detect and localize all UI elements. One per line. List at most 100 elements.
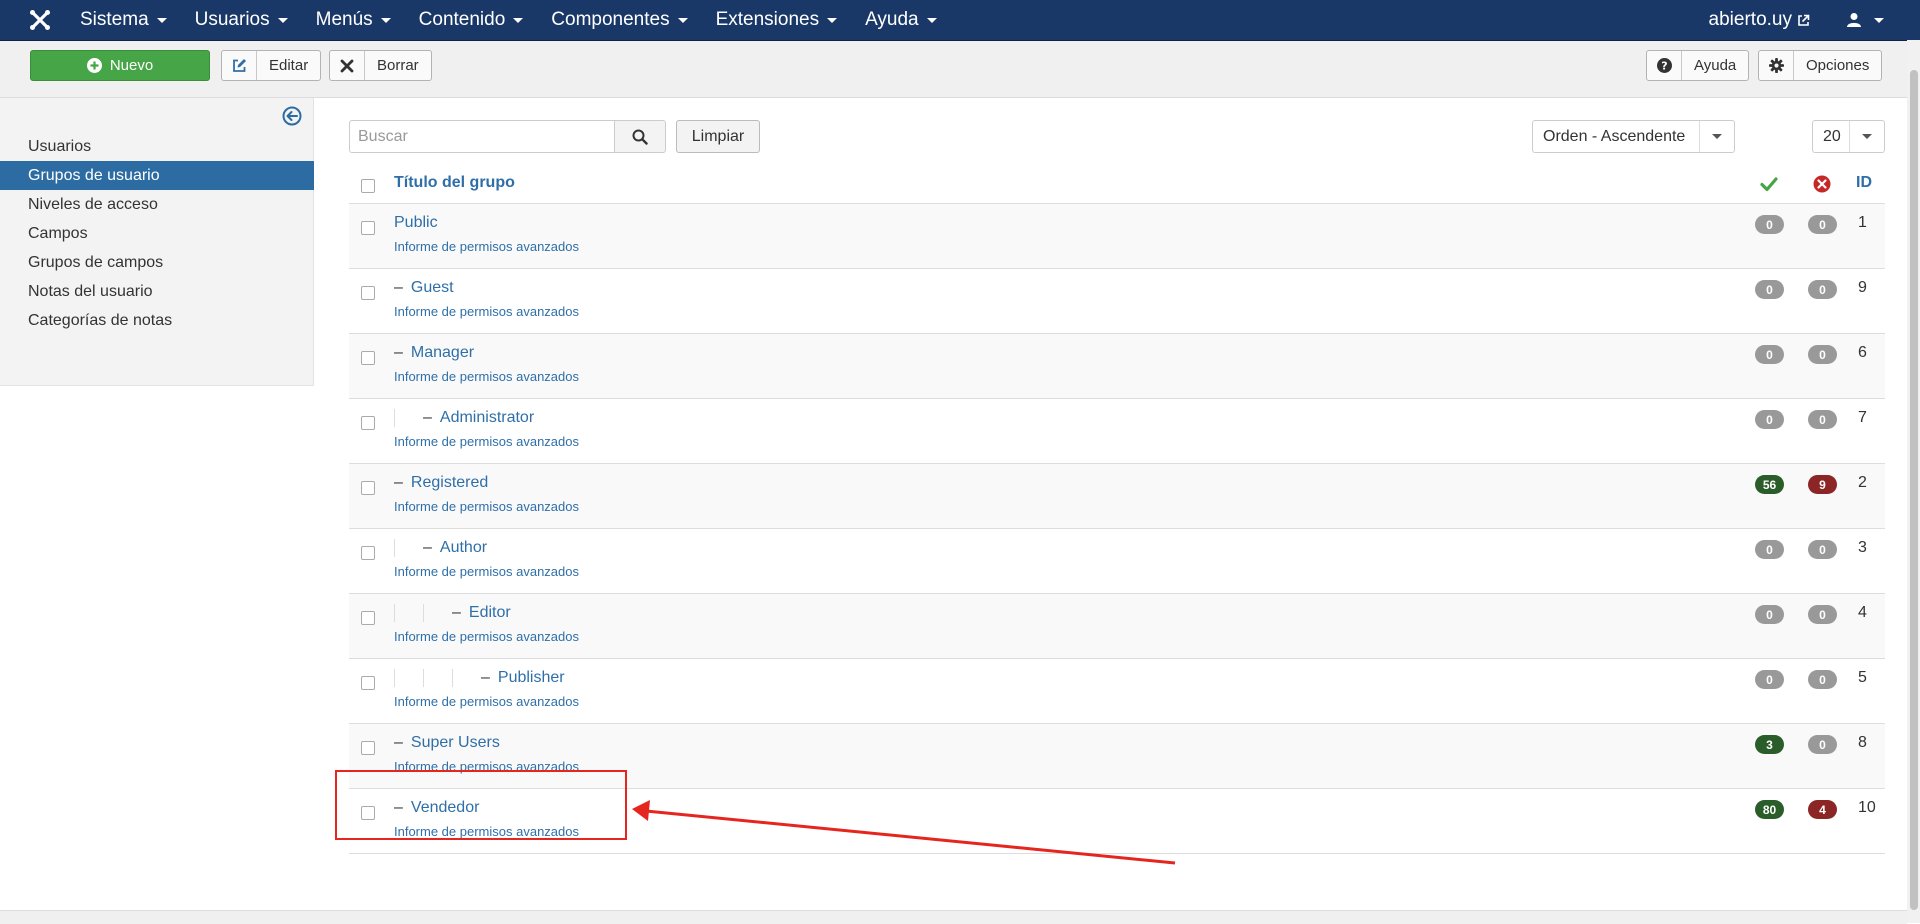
scrollbar-thumb[interactable] [1910, 70, 1918, 910]
table-row: – Publisher Informe de permisos avanzados 0… [349, 659, 1885, 724]
menu-usuarios[interactable]: Usuarios [195, 0, 302, 40]
enabled-count-badge: 0 [1755, 280, 1784, 299]
row-checkbox[interactable] [361, 221, 375, 235]
delete-button[interactable]: Borrar [329, 50, 432, 81]
group-title-link[interactable]: Super Users [411, 734, 500, 752]
group-title-link[interactable]: Guest [411, 279, 454, 297]
group-title-cell: – Author [394, 539, 487, 557]
group-id: 9 [1858, 279, 1867, 296]
tree-indent-line [423, 669, 424, 687]
edit-button-label: Editar [269, 57, 309, 74]
search-button[interactable] [614, 120, 666, 153]
group-id: 2 [1858, 474, 1867, 491]
chevron-down-icon [1699, 121, 1734, 152]
sidebar-item-campos[interactable]: Campos [0, 219, 314, 248]
row-checkbox[interactable] [361, 286, 375, 300]
search-icon [632, 129, 648, 145]
edit-button[interactable]: Editar [221, 50, 322, 81]
new-button[interactable]: Nuevo [30, 50, 210, 81]
tree-dash: – [423, 409, 432, 426]
select-all-checkbox[interactable] [361, 179, 375, 193]
caret-down-icon [380, 17, 391, 23]
permissions-report-link[interactable]: Informe de permisos avanzados [394, 564, 579, 579]
group-title-cell: – Administrator [394, 409, 534, 427]
table-row: – Registered Informe de permisos avanzados… [349, 464, 1885, 529]
row-checkbox[interactable] [361, 416, 375, 430]
permissions-report-link[interactable]: Informe de permisos avanzados [394, 304, 579, 319]
site-link[interactable]: abierto.uy [1709, 9, 1810, 31]
order-select[interactable]: Orden - Ascendente [1532, 120, 1735, 153]
permissions-report-link[interactable]: Informe de permisos avanzados [394, 694, 579, 709]
sidebar-item-categorias-de-notas[interactable]: Categorías de notas [0, 306, 314, 335]
permissions-report-link[interactable]: Informe de permisos avanzados [394, 369, 579, 384]
row-checkbox[interactable] [361, 351, 375, 365]
gear-icon [1759, 51, 1794, 80]
caret-down-icon [827, 17, 838, 23]
row-checkbox[interactable] [361, 676, 375, 690]
enabled-count-badge: 0 [1755, 215, 1784, 234]
footer-bar [0, 910, 1907, 924]
group-title-link[interactable]: Public [394, 214, 438, 232]
help-button[interactable]: ? Ayuda [1646, 50, 1750, 81]
group-title-link[interactable]: Vendedor [411, 799, 480, 817]
row-checkbox[interactable] [361, 741, 375, 755]
menu-sistema[interactable]: Sistema [80, 0, 181, 40]
blocked-count-badge: 0 [1808, 345, 1837, 364]
group-title-link[interactable]: Editor [469, 604, 511, 622]
permissions-report-link[interactable]: Informe de permisos avanzados [394, 499, 579, 514]
search-input[interactable] [349, 120, 615, 153]
sidebar-item-grupos-de-campos[interactable]: Grupos de campos [0, 248, 314, 277]
svg-text:?: ? [1661, 60, 1667, 73]
tree-indent-line [394, 539, 395, 557]
row-checkbox[interactable] [361, 806, 375, 820]
menu-componentes[interactable]: Componentes [551, 0, 701, 40]
group-id: 5 [1858, 669, 1867, 686]
row-checkbox[interactable] [361, 611, 375, 625]
caret-down-icon [1874, 17, 1884, 23]
row-checkbox[interactable] [361, 481, 375, 495]
clear-button[interactable]: Limpiar [676, 120, 760, 153]
group-title-link[interactable]: Manager [411, 344, 474, 362]
menu-ayuda[interactable]: Ayuda [865, 0, 951, 40]
order-select-value: Orden - Ascendente [1543, 127, 1686, 145]
row-checkbox[interactable] [361, 546, 375, 560]
tree-dash: – [394, 799, 403, 816]
options-button[interactable]: Opciones [1758, 50, 1883, 81]
group-title-cell: – Guest [394, 279, 454, 297]
table-row: Public Informe de permisos avanzados 0 0 1 [349, 204, 1885, 269]
group-title-link[interactable]: Administrator [440, 409, 534, 427]
new-button-label: Nuevo [109, 57, 154, 74]
table-row: – Guest Informe de permisos avanzados 0 0 9 [349, 269, 1885, 334]
permissions-report-link[interactable]: Informe de permisos avanzados [394, 759, 579, 774]
menu-extensiones[interactable]: Extensiones [716, 0, 852, 40]
group-title-link[interactable]: Author [440, 539, 487, 557]
delete-x-icon [330, 51, 365, 80]
sidebar-item-usuarios[interactable]: Usuarios [0, 132, 314, 161]
group-title-link[interactable]: Registered [411, 474, 488, 492]
sidebar-item-niveles-de-acceso[interactable]: Niveles de acceso [0, 190, 314, 219]
group-id: 8 [1858, 734, 1867, 751]
user-icon [1847, 13, 1861, 27]
sidebar-item-grupos-de-usuario[interactable]: Grupos de usuario [0, 161, 314, 190]
permissions-report-link[interactable]: Informe de permisos avanzados [394, 629, 579, 644]
caret-down-icon [156, 17, 167, 23]
column-header-id[interactable]: ID [1856, 174, 1872, 192]
joomla-logo-icon[interactable] [0, 0, 80, 40]
menu-menus[interactable]: Menús [316, 0, 405, 40]
permissions-report-link[interactable]: Informe de permisos avanzados [394, 239, 579, 254]
menu-contenido[interactable]: Contenido [419, 0, 538, 40]
collapse-sidebar-icon[interactable] [282, 106, 302, 126]
enabled-count-badge: 0 [1755, 540, 1784, 559]
permissions-report-link[interactable]: Informe de permisos avanzados [394, 434, 579, 449]
sidebar-item-notas-del-usuario[interactable]: Notas del usuario [0, 277, 314, 306]
blocked-count-badge: 0 [1808, 410, 1837, 429]
group-title-link[interactable]: Publisher [498, 669, 565, 687]
column-header-title[interactable]: Título del grupo [394, 174, 515, 192]
permissions-report-link[interactable]: Informe de permisos avanzados [394, 824, 579, 839]
table-row: – Administrator Informe de permisos avanza… [349, 399, 1885, 464]
limit-select[interactable]: 20 [1812, 120, 1885, 153]
user-menu[interactable] [1846, 12, 1884, 28]
blocked-count-badge: 0 [1808, 670, 1837, 689]
options-button-label: Opciones [1806, 57, 1870, 74]
group-title-cell: – Super Users [394, 734, 500, 752]
